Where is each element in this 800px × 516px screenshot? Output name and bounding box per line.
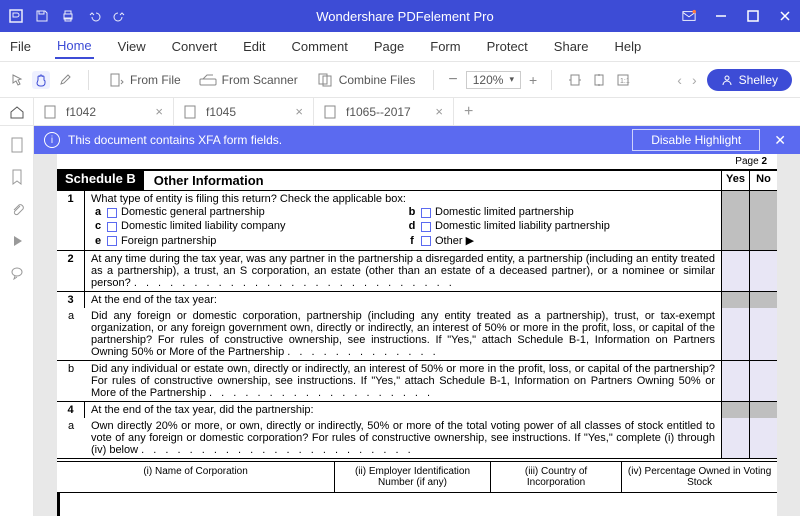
app-title: Wondershare PDFelement Pro	[128, 9, 682, 24]
doc-icon	[44, 105, 58, 119]
q4-text: At the end of the tax year, did the part…	[85, 402, 721, 418]
pointer-icon[interactable]	[8, 71, 26, 89]
menu-share[interactable]: Share	[552, 35, 591, 58]
attachment-icon[interactable]	[8, 200, 26, 218]
save-icon[interactable]	[34, 8, 50, 24]
tabbar: f1042× f1045× f1065--2017× +	[0, 98, 800, 126]
q3-text: At the end of the tax year:	[85, 292, 721, 308]
checkbox-1b[interactable]	[421, 208, 431, 218]
zoom-out-button[interactable]: −	[448, 71, 457, 89]
bookmark-icon[interactable]	[8, 168, 26, 186]
zoom-in-button[interactable]: +	[529, 72, 537, 88]
prev-icon[interactable]: ‹	[677, 72, 682, 88]
disable-highlight-button[interactable]: Disable Highlight	[632, 129, 760, 151]
redo-icon[interactable]	[112, 8, 128, 24]
file-arrow-icon	[107, 71, 125, 89]
play-icon[interactable]	[8, 232, 26, 250]
checkbox-1c[interactable]	[107, 222, 117, 232]
hand-icon[interactable]	[32, 71, 50, 89]
menu-view[interactable]: View	[116, 35, 148, 58]
info-icon: i	[44, 132, 60, 148]
yes-no-header: YesNo	[721, 169, 777, 191]
menu-help[interactable]: Help	[613, 35, 644, 58]
menu-edit[interactable]: Edit	[241, 35, 267, 58]
menubar: File Home View Convert Edit Comment Page…	[0, 32, 800, 62]
next-icon[interactable]: ›	[692, 72, 697, 88]
new-tab-button[interactable]: +	[454, 103, 483, 121]
fit-width-icon[interactable]	[566, 71, 584, 89]
scanner-icon	[199, 71, 217, 89]
titlebar: Wondershare PDFelement Pro	[0, 0, 800, 32]
edit-icon[interactable]	[56, 71, 74, 89]
q4a-yes[interactable]	[721, 418, 749, 458]
menu-home[interactable]: Home	[55, 34, 94, 59]
tab-f1042[interactable]: f1042×	[34, 98, 174, 125]
checkbox-1f[interactable]	[421, 236, 431, 246]
infobar-close-icon[interactable]: ✕	[770, 132, 790, 149]
menu-form[interactable]: Form	[428, 35, 462, 58]
menu-file[interactable]: File	[8, 35, 33, 58]
user-button[interactable]: Shelley	[707, 69, 792, 91]
q3a-yes[interactable]	[721, 308, 749, 360]
user-icon	[721, 74, 733, 86]
tab-f1065[interactable]: f1065--2017×	[314, 98, 454, 125]
actual-size-icon[interactable]: 1:1	[614, 71, 632, 89]
combine-files-button[interactable]: Combine Files	[312, 68, 420, 92]
corp-table-header: (i) Name of Corporation (ii) Employer Id…	[57, 461, 777, 492]
q3b-no[interactable]	[749, 361, 777, 401]
mail-icon[interactable]	[682, 9, 696, 23]
chevron-down-icon: ▾	[509, 74, 514, 85]
q3b-yes[interactable]	[721, 361, 749, 401]
maximize-icon[interactable]	[746, 10, 760, 22]
tab-close-icon[interactable]: ×	[295, 104, 303, 119]
doc-icon	[324, 105, 338, 119]
zoom-select[interactable]: 120%▾	[466, 71, 521, 89]
tab-close-icon[interactable]: ×	[155, 104, 163, 119]
pdf-page: Page 2 Schedule B Other Information YesN…	[57, 154, 777, 516]
checkbox-1a[interactable]	[107, 208, 117, 218]
thumbnails-icon[interactable]	[8, 136, 26, 154]
menu-protect[interactable]: Protect	[485, 35, 530, 58]
from-scanner-button[interactable]: From Scanner	[195, 68, 302, 92]
menu-convert[interactable]: Convert	[170, 35, 220, 58]
q3a-no[interactable]	[749, 308, 777, 360]
app-logo-icon	[8, 8, 24, 24]
q4a-no[interactable]	[749, 418, 777, 458]
comment-icon[interactable]	[8, 264, 26, 282]
menu-comment[interactable]: Comment	[290, 35, 350, 58]
tab-f1045[interactable]: f1045×	[174, 98, 314, 125]
q1-text: What type of entity is filing this retur…	[91, 193, 715, 205]
q2-no[interactable]	[749, 251, 777, 291]
schedule-title: Other Information	[144, 169, 721, 191]
q2-yes[interactable]	[721, 251, 749, 291]
home-tab-icon[interactable]	[0, 98, 34, 125]
tab-close-icon[interactable]: ×	[435, 104, 443, 119]
fit-page-icon[interactable]	[590, 71, 608, 89]
from-file-button[interactable]: From File	[103, 68, 185, 92]
corp-table-row[interactable]	[57, 492, 777, 516]
document-viewport[interactable]: Page 2 Schedule B Other Information YesN…	[34, 154, 800, 516]
combine-icon	[316, 71, 334, 89]
sidebar	[0, 126, 34, 516]
minimize-icon[interactable]	[714, 10, 728, 22]
undo-icon[interactable]	[86, 8, 102, 24]
checkbox-1e[interactable]	[107, 236, 117, 246]
page-number: Page 2	[735, 156, 767, 167]
xfa-infobar: i This document contains XFA form fields…	[34, 126, 800, 154]
close-icon[interactable]	[778, 10, 792, 22]
schedule-b-label: Schedule B	[57, 169, 144, 191]
checkbox-1d[interactable]	[421, 222, 431, 232]
menu-page[interactable]: Page	[372, 35, 406, 58]
svg-text:1:1: 1:1	[620, 78, 630, 85]
doc-icon	[184, 105, 198, 119]
infobar-message: This document contains XFA form fields.	[68, 133, 632, 147]
print-icon[interactable]	[60, 8, 76, 24]
toolbar: From File From Scanner Combine Files − 1…	[0, 62, 800, 98]
